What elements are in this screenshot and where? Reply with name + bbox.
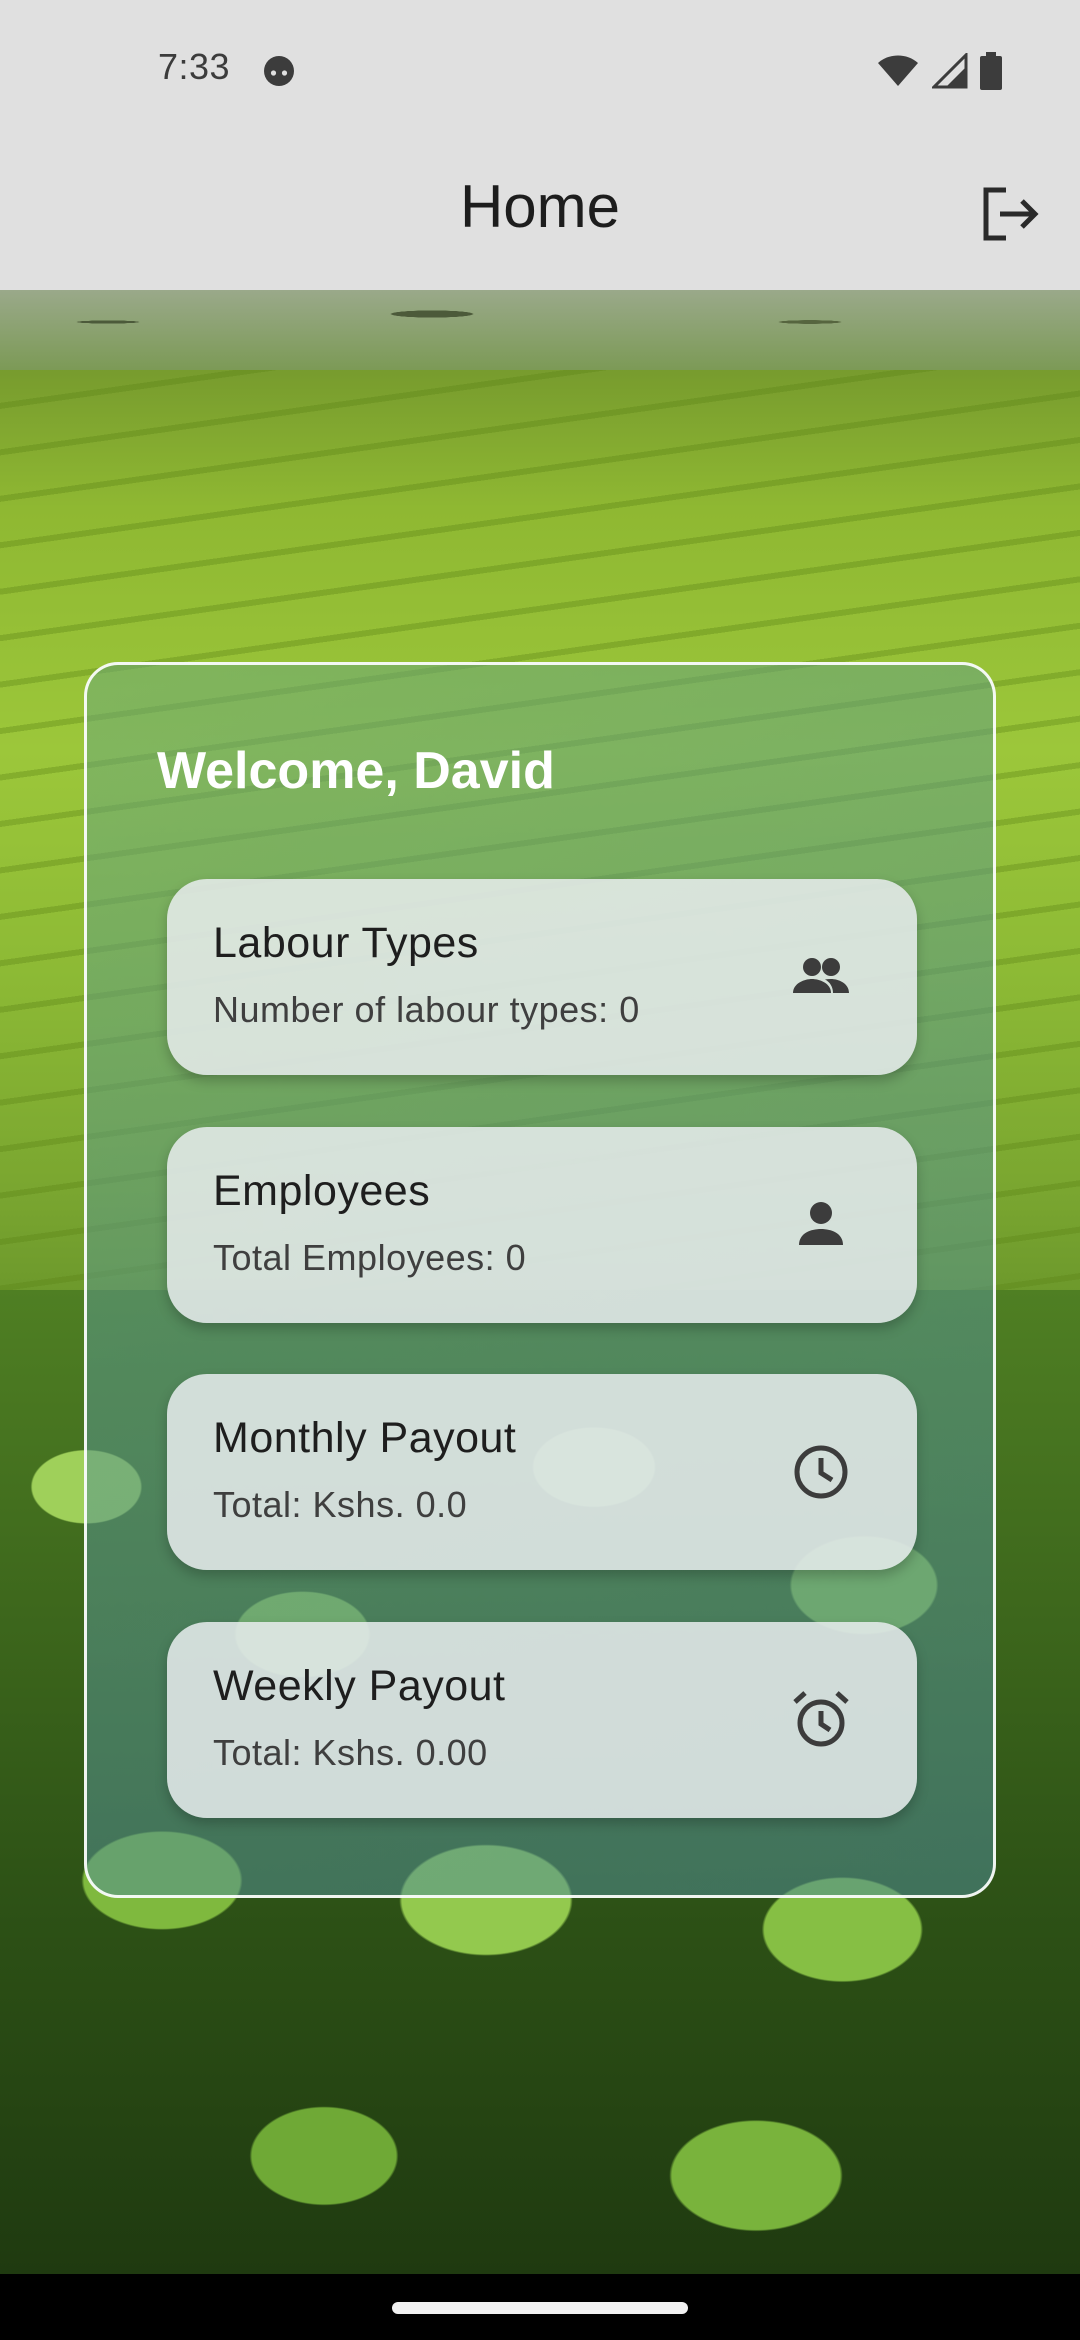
tile-subtitle: Number of labour types: 0 <box>213 989 640 1030</box>
tile-title: Monthly Payout <box>213 1414 517 1462</box>
treeline <box>0 290 1080 370</box>
status-icons <box>876 51 1002 95</box>
page-title: Home <box>459 173 621 240</box>
welcome-heading: Welcome, David <box>157 742 555 800</box>
dashboard-card: Welcome, David Labour Types Number of la… <box>84 662 996 1898</box>
people-icon <box>789 945 853 1009</box>
home-indicator[interactable] <box>392 2302 688 2314</box>
weekly-payout-tile[interactable]: Weekly Payout Total: Kshs. 0.00 <box>167 1622 917 1818</box>
signal-icon <box>930 51 968 94</box>
navigation-bar <box>0 2274 1080 2340</box>
app-bar: Home <box>0 144 1080 290</box>
tile-title: Employees <box>213 1167 431 1215</box>
status-bar: 7:33 <box>0 0 1080 144</box>
employees-tile[interactable]: Employees Total Employees: 0 <box>167 1127 917 1323</box>
labour-types-tile[interactable]: Labour Types Number of labour types: 0 <box>167 879 917 1075</box>
tile-title: Weekly Payout <box>213 1662 506 1710</box>
clock-icon <box>789 1440 853 1504</box>
home-screen: 7:33 Home Welcome, David Labour Types Nu… <box>0 0 1080 2340</box>
logout-icon <box>980 186 1040 247</box>
logout-button[interactable] <box>974 180 1046 252</box>
wifi-icon <box>876 54 920 93</box>
monthly-payout-tile[interactable]: Monthly Payout Total: Kshs. 0.0 <box>167 1374 917 1570</box>
tile-subtitle: Total: Kshs. 0.0 <box>213 1484 468 1525</box>
status-time: 7:33 <box>158 46 231 87</box>
tile-subtitle: Total: Kshs. 0.00 <box>213 1732 488 1773</box>
android-face-icon <box>262 54 296 88</box>
person-icon <box>789 1193 853 1257</box>
tile-subtitle: Total Employees: 0 <box>213 1237 527 1278</box>
tile-title: Labour Types <box>213 919 479 967</box>
alarm-icon <box>789 1688 853 1752</box>
battery-icon <box>980 52 1002 95</box>
